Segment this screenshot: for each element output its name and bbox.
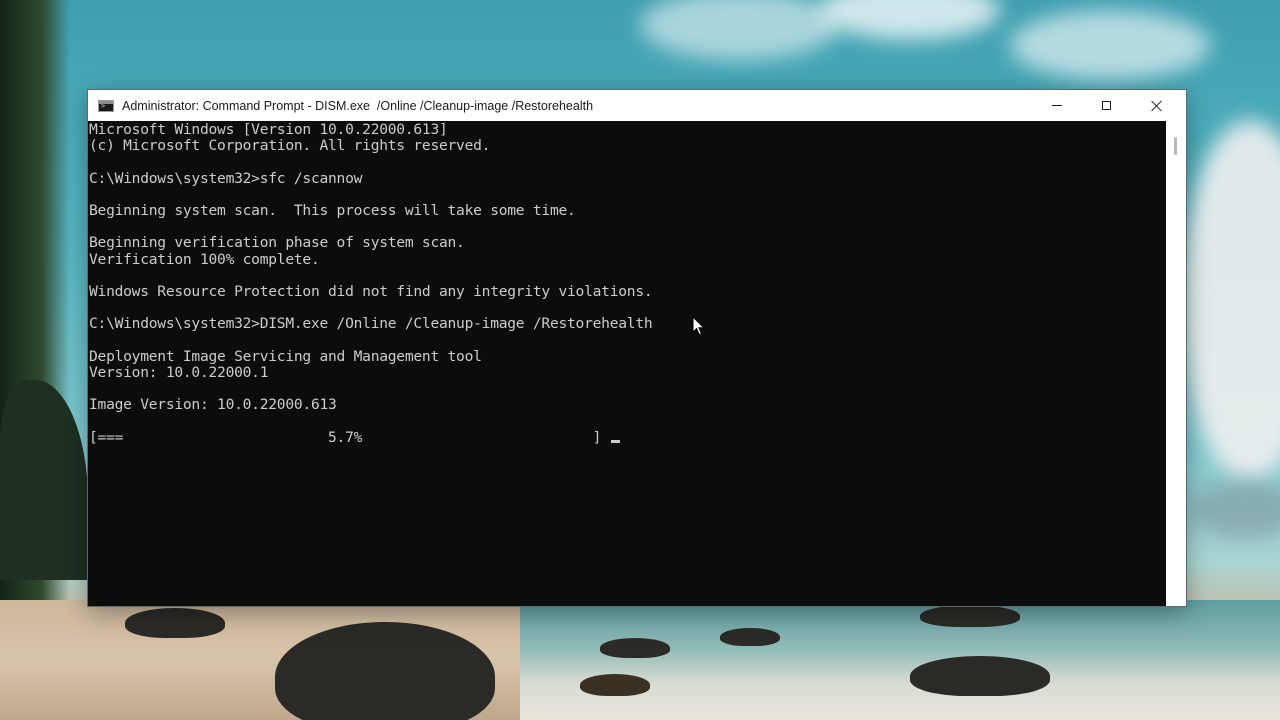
command-prompt-window[interactable]: Administrator: Command Prompt - DISM.exe…: [88, 90, 1186, 606]
beach-rock: [920, 605, 1020, 627]
text-cursor: [611, 439, 621, 443]
scrollbar-thumb[interactable]: [1174, 137, 1177, 155]
console-line-verification-complete: Verification 100% complete.: [89, 250, 320, 268]
cloud: [1180, 120, 1280, 480]
console-line-copyright: (c) Microsoft Corporation. All rights re…: [89, 137, 491, 155]
console-output-area[interactable]: Microsoft Windows [Version 10.0.22000.61…: [88, 121, 1166, 606]
palm-tree: [0, 380, 88, 580]
console-line-blank: [89, 219, 1166, 235]
console-output: Microsoft Windows [Version 10.0.22000.61…: [88, 121, 1166, 446]
cloud: [820, 0, 1000, 40]
maximize-button[interactable]: [1083, 90, 1129, 121]
minimize-button[interactable]: [1034, 90, 1080, 121]
cloud: [640, 0, 840, 60]
console-line-blank: [89, 332, 1166, 348]
console-line-blank: [89, 154, 1166, 170]
beach-rock: [580, 674, 650, 696]
beach-rock: [600, 638, 670, 658]
console-line-verification-begin: Beginning verification phase of system s…: [89, 234, 465, 252]
title-bar[interactable]: Administrator: Command Prompt - DISM.exe…: [88, 90, 1186, 121]
console-line-blank: [89, 413, 1166, 429]
cloud: [1190, 480, 1280, 540]
console-line-sfc-command: C:\Windows\system32>sfc /scannow: [89, 169, 363, 187]
vertical-scrollbar[interactable]: [1166, 121, 1186, 606]
console-line-blank: [89, 268, 1166, 284]
beach-rock: [125, 608, 225, 638]
beach-rock: [720, 628, 780, 646]
console-line-dism-tool: Deployment Image Servicing and Managemen…: [89, 347, 482, 365]
sea-water: [520, 600, 1280, 720]
console-line-dism-command: C:\Windows\system32>DISM.exe /Online /Cl…: [89, 315, 653, 333]
minimize-icon: [1052, 105, 1062, 106]
console-line-version: Microsoft Windows [Version 10.0.22000.61…: [89, 121, 448, 138]
cloud: [1010, 10, 1210, 80]
console-line-image-version: Image Version: 10.0.22000.613: [89, 396, 337, 414]
mouse-pointer-icon: [692, 316, 706, 336]
console-line-wrp-result: Windows Resource Protection did not find…: [89, 282, 653, 300]
console-line-scan-begin: Beginning system scan. This process will…: [89, 201, 576, 219]
console-line-blank: [89, 187, 1166, 203]
window-title: Administrator: Command Prompt - DISM.exe…: [122, 98, 594, 113]
maximize-icon: [1101, 101, 1111, 110]
console-line-progress: [=== 5.7% ]: [89, 428, 1166, 446]
beach-rock: [910, 656, 1050, 696]
console-line-dism-version: Version: 10.0.22000.1: [89, 363, 269, 381]
close-icon: [1151, 100, 1163, 112]
progress-bar-text: [=== 5.7% ]: [89, 428, 602, 446]
cmd-icon: [98, 99, 114, 112]
console-line-blank: [89, 300, 1166, 316]
close-button[interactable]: [1134, 90, 1180, 121]
console-line-blank: [89, 381, 1166, 397]
